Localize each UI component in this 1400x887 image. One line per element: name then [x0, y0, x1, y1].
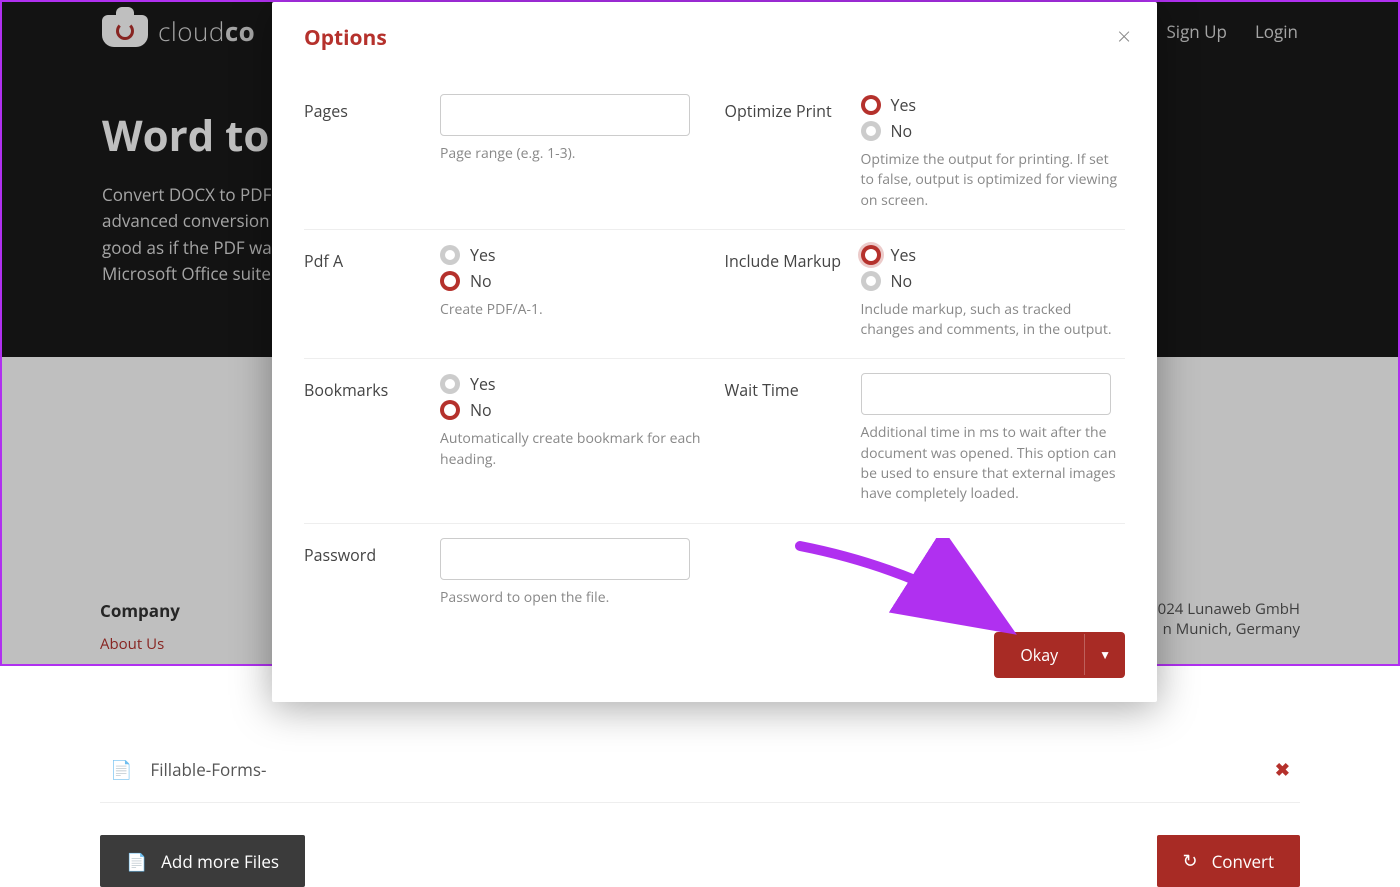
yes-label: Yes [891, 244, 917, 266]
convert-label: Convert [1212, 850, 1274, 873]
include-markup-no[interactable]: No [861, 270, 1126, 292]
okay-button[interactable]: Okay ▼ [994, 632, 1125, 678]
close-icon[interactable]: × [1117, 20, 1131, 53]
option-password: Password Password to open the file. [304, 538, 705, 608]
option-include-markup: Include Markup Yes No Include markup, su… [725, 244, 1126, 341]
refresh-icon: ↻ [1183, 849, 1198, 873]
option-optimize-print: Optimize Print Yes No Optimize the outpu… [725, 94, 1126, 211]
yes-label: Yes [470, 244, 496, 266]
option-row-1: Pages Page range (e.g. 1-3). Optimize Pr… [304, 80, 1125, 230]
bookmarks-yes[interactable]: Yes [440, 373, 705, 395]
options-modal: Options × Pages Page range (e.g. 1-3). O… [272, 2, 1157, 702]
option-pdfa: Pdf A Yes No Create PDF/A-1. [304, 244, 705, 341]
option-bookmarks: Bookmarks Yes No Automatically create bo… [304, 373, 705, 504]
wait-time-input[interactable] [861, 373, 1111, 415]
pages-help: Page range (e.g. 1-3). [440, 144, 705, 164]
bookmarks-label: Bookmarks [304, 373, 422, 401]
pdfa-label: Pdf A [304, 244, 422, 272]
include-markup-help: Include markup, such as tracked changes … [861, 300, 1126, 341]
include-markup-label: Include Markup [725, 244, 843, 272]
radio-on-icon [861, 245, 881, 265]
option-row-4: Password Password to open the file. [304, 524, 1125, 626]
wait-time-help: Additional time in ms to wait after the … [861, 423, 1126, 504]
okay-label: Okay [994, 632, 1084, 678]
include-markup-yes[interactable]: Yes [861, 244, 1126, 266]
remove-file-icon[interactable]: ✖ [1275, 758, 1290, 782]
add-more-files-button[interactable]: 📄 Add more Files [100, 835, 305, 887]
plus-file-icon: 📄 [126, 850, 147, 873]
options-table: Pages Page range (e.g. 1-3). Optimize Pr… [304, 80, 1125, 626]
file-name: Fillable-Forms- [150, 758, 266, 781]
pages-input[interactable] [440, 94, 690, 136]
bookmarks-help: Automatically create bookmark for each h… [440, 429, 705, 470]
password-label: Password [304, 538, 422, 566]
file-row: 📄 Fillable-Forms- ✖ [100, 747, 1300, 803]
radio-off-icon [861, 121, 881, 141]
radio-off-icon [440, 374, 460, 394]
wait-time-label: Wait Time [725, 373, 843, 401]
pdfa-yes[interactable]: Yes [440, 244, 705, 266]
radio-on-icon [861, 95, 881, 115]
chevron-down-icon[interactable]: ▼ [1084, 634, 1125, 675]
optimize-print-help: Optimize the output for printing. If set… [861, 150, 1126, 211]
no-label: No [470, 399, 492, 421]
no-label: No [891, 270, 913, 292]
option-pages: Pages Page range (e.g. 1-3). [304, 94, 705, 211]
optimize-print-label: Optimize Print [725, 94, 843, 122]
pages-label: Pages [304, 94, 422, 122]
radio-on-icon [440, 271, 460, 291]
convert-button[interactable]: ↻ Convert [1157, 835, 1301, 887]
yes-label: Yes [891, 94, 917, 116]
option-empty [725, 538, 1126, 608]
buttons-row: 📄 Add more Files ↻ Convert [100, 835, 1300, 887]
option-row-2: Pdf A Yes No Create PDF/A-1. Include Mar… [304, 230, 1125, 360]
option-row-3: Bookmarks Yes No Automatically create bo… [304, 359, 1125, 523]
pdfa-no[interactable]: No [440, 270, 705, 292]
modal-title: Options [304, 24, 1125, 52]
pdfa-help: Create PDF/A-1. [440, 300, 705, 320]
optimize-print-yes[interactable]: Yes [861, 94, 1126, 116]
radio-off-icon [440, 245, 460, 265]
password-input[interactable] [440, 538, 690, 580]
modal-footer: Okay ▼ [304, 632, 1125, 678]
no-label: No [891, 120, 913, 142]
option-wait-time: Wait Time Additional time in ms to wait … [725, 373, 1126, 504]
file-icon: 📄 [110, 758, 132, 782]
optimize-print-no[interactable]: No [861, 120, 1126, 142]
yes-label: Yes [470, 373, 496, 395]
password-help: Password to open the file. [440, 588, 705, 608]
radio-off-icon [861, 271, 881, 291]
bookmarks-no[interactable]: No [440, 399, 705, 421]
add-more-files-label: Add more Files [161, 850, 279, 873]
radio-on-icon [440, 400, 460, 420]
no-label: No [470, 270, 492, 292]
